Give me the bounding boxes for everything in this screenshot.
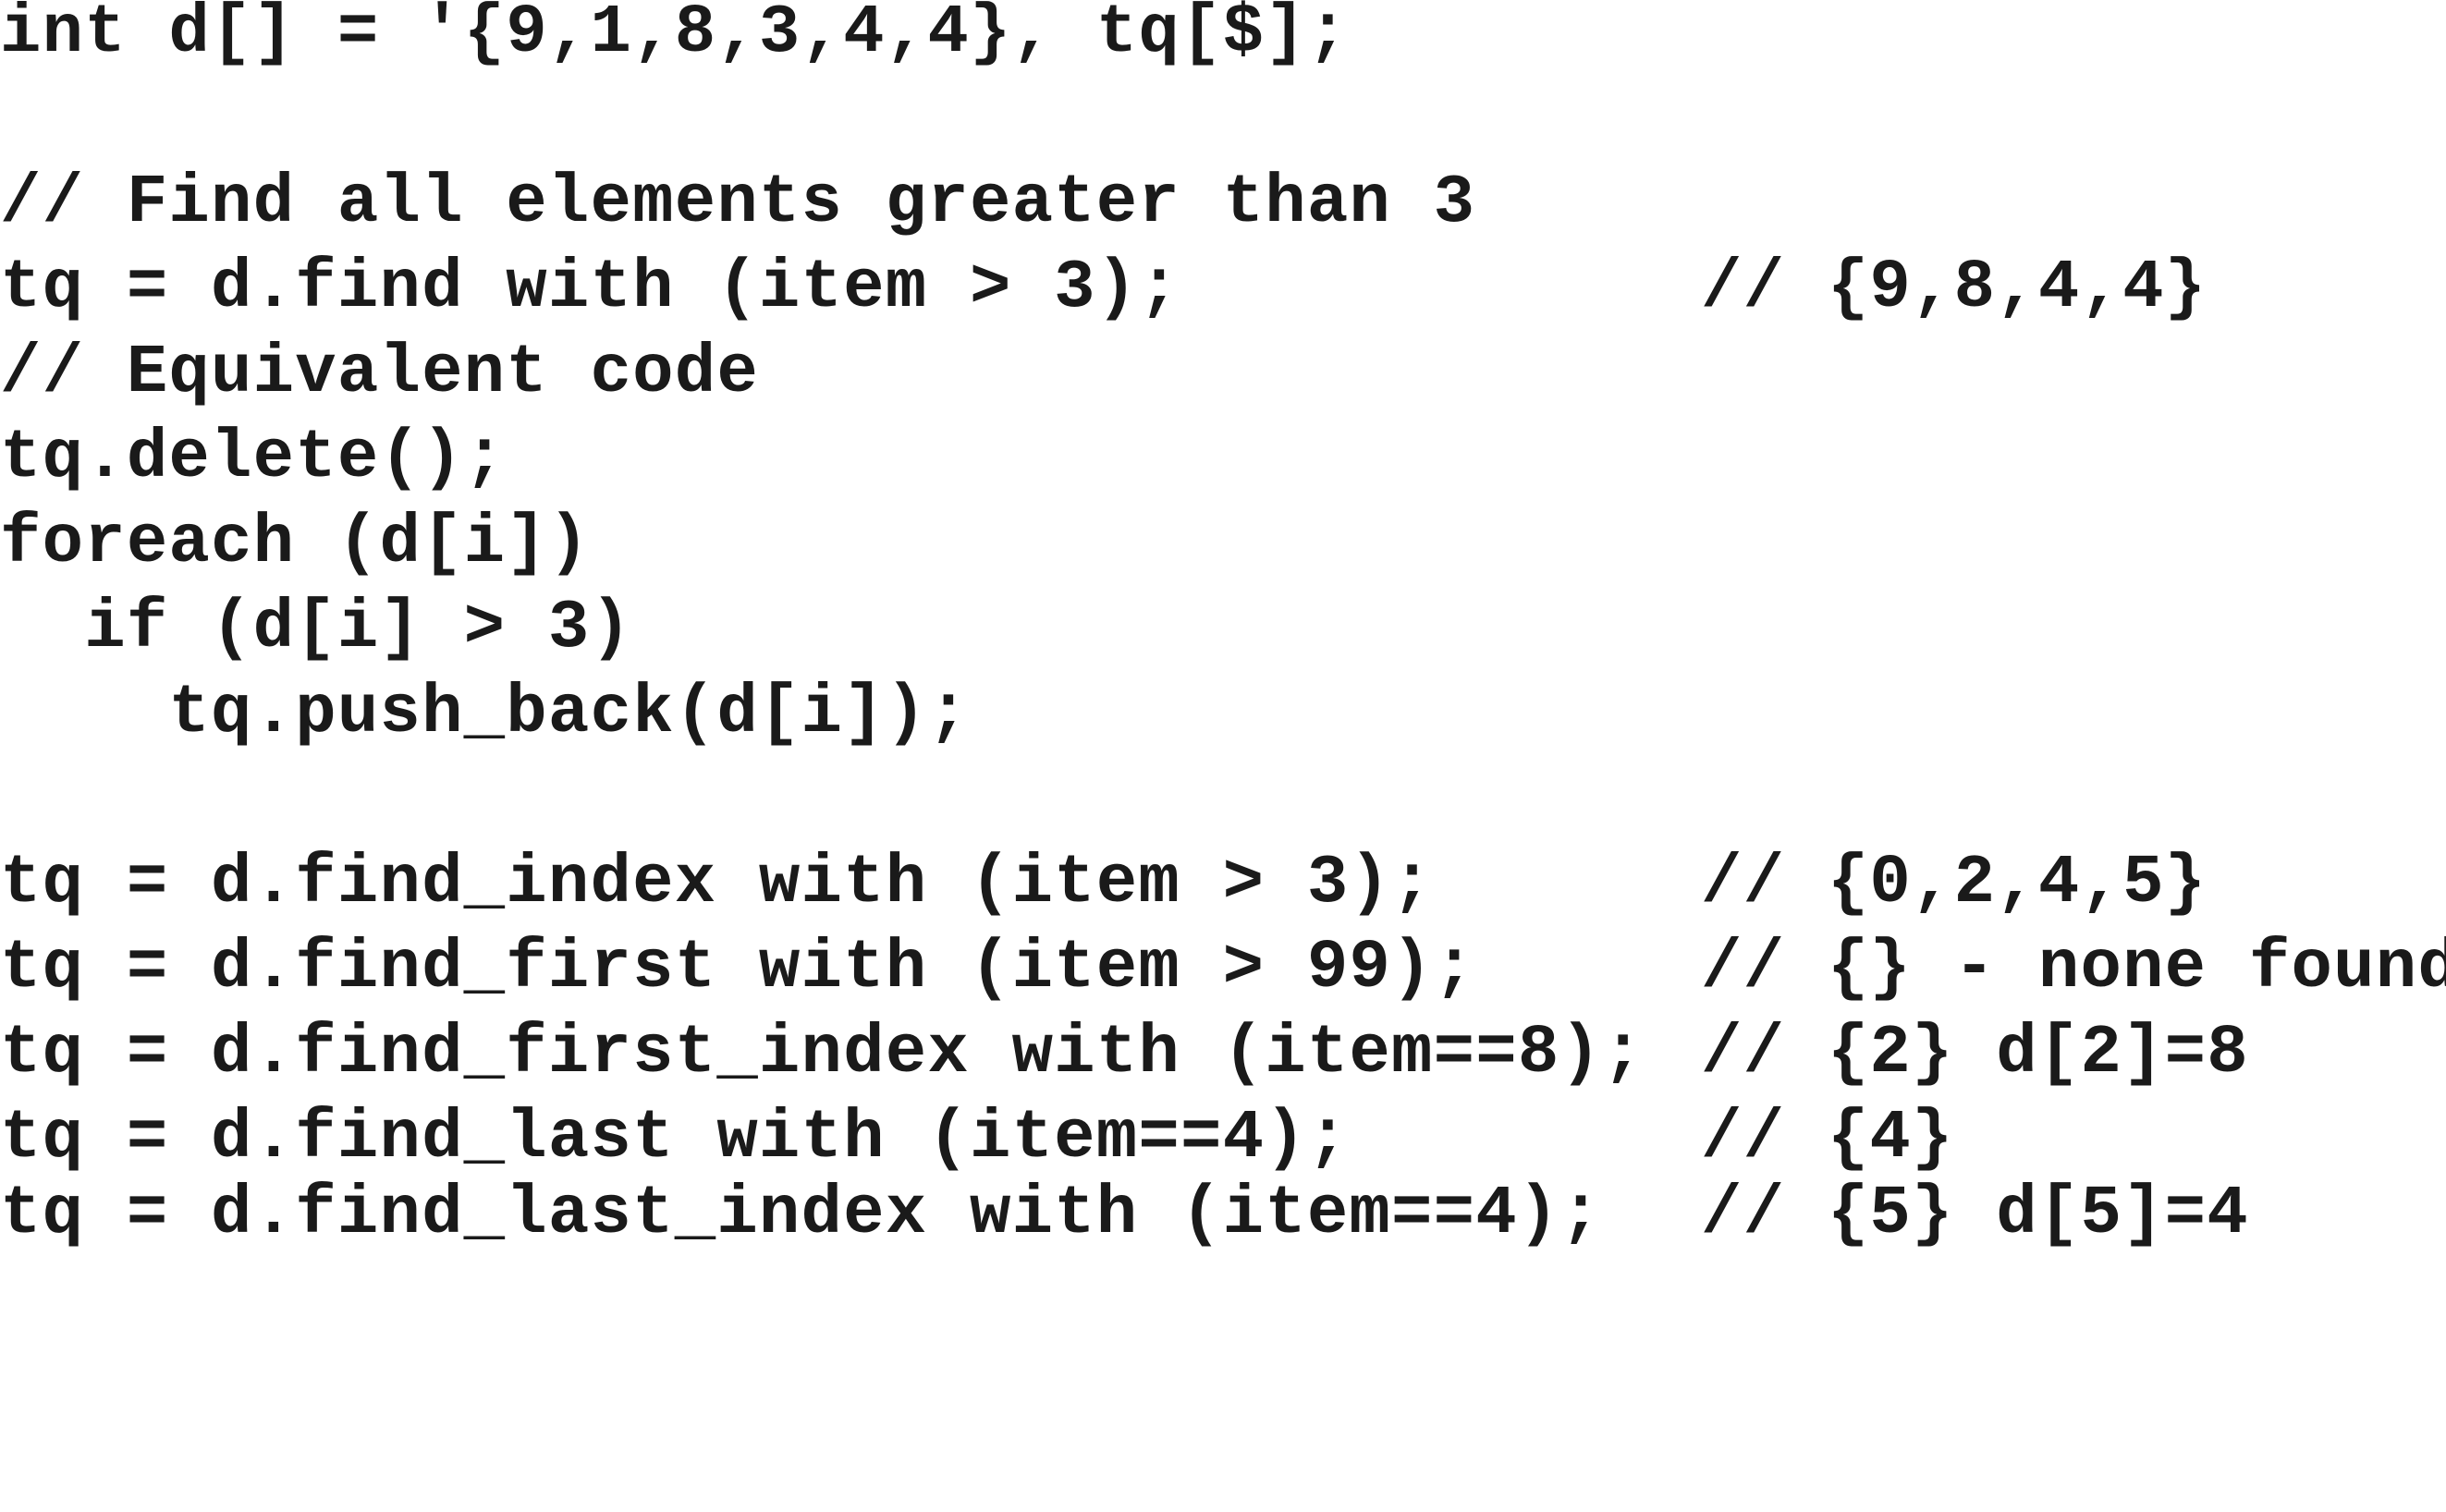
code-line-9: tq.push_back(d[i]); [0, 671, 968, 756]
code-text: tq = d.find_last_index with (item==4); [0, 1176, 1603, 1253]
code-text: // Find all elements greater than 3 [0, 165, 1476, 242]
code-line-8: if (d[i] > 3) [0, 586, 631, 671]
code-text: tq.push_back(d[i]); [0, 675, 970, 752]
code-line-13: tq = d.find_first_index with (item==8); … [0, 1011, 2248, 1096]
code-line-1: int d[] = '{9,1,8,3,4,4}, tq[$]; [0, 0, 1348, 76]
code-text: tq = d.find_first with (item > 99); [0, 930, 1476, 1007]
code-text: tq = d.find with (item > 3); [0, 250, 1181, 327]
code-line-3: // Find all elements greater than 3 [0, 161, 1474, 246]
code-line-14: tq = d.find_last with (item==4); // {4} [0, 1096, 1952, 1181]
code-text: tq.delete(); [0, 420, 507, 497]
inline-comment: // {9,8,4,4} [1701, 250, 2208, 327]
code-text: tq = d.find_first_index with (item==8); [0, 1015, 1645, 1092]
code-text: if (d[i] > 3) [0, 590, 633, 667]
code-line-5: // Equivalent code [0, 331, 758, 416]
inline-comment: // {2} d[2]=8 [1701, 1015, 2249, 1092]
code-line-12: tq = d.find_first with (item > 99); // {… [0, 926, 2446, 1011]
code-text: foreach (d[i]) [0, 505, 591, 582]
code-text: // Equivalent code [0, 335, 759, 412]
code-text: tq = d.find_last with (item==4); [0, 1100, 1350, 1177]
code-listing: int d[] = '{9,1,8,3,4,4}, tq[$]; // Find… [0, 0, 2446, 1257]
inline-comment: // {4} [1701, 1100, 1954, 1177]
code-line-4: tq = d.find with (item > 3); // {9,8,4,4… [0, 246, 2206, 331]
code-line-15: tq = d.find_last_index with (item==4); /… [0, 1172, 2248, 1257]
code-line-6: tq.delete(); [0, 416, 505, 501]
code-line-7: foreach (d[i]) [0, 501, 589, 586]
inline-comment: // {5} d[5]=4 [1701, 1176, 2249, 1253]
code-text: int d[] = '{9,1,8,3,4,4}, tq[$]; [0, 0, 1350, 72]
code-line-11: tq = d.find_index with (item > 3); // {0… [0, 841, 2206, 926]
code-text: tq = d.find_index with (item > 3); [0, 845, 1434, 922]
inline-comment: // {0,2,4,5} [1701, 845, 2208, 922]
inline-comment: // {} - none found [1701, 930, 2446, 1007]
